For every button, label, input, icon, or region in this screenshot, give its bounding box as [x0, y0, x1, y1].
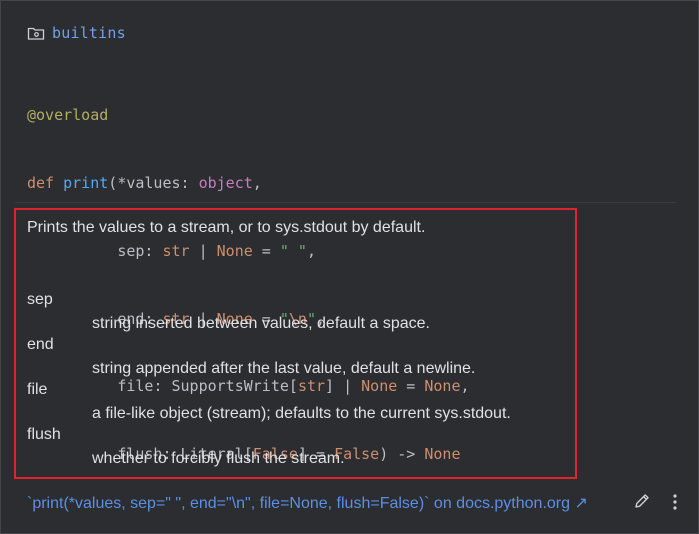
- param-name-file: file: [27, 381, 48, 398]
- decorator: @overload: [27, 106, 109, 125]
- param-values: *values: [117, 173, 181, 192]
- quick-documentation-popup: builtins @overload def print(*values: ob…: [0, 0, 699, 534]
- def-keyword: def: [27, 173, 55, 192]
- pencil-icon[interactable]: [632, 491, 652, 511]
- param-name-end: end: [27, 336, 54, 353]
- module-name[interactable]: builtins: [52, 24, 126, 42]
- function-name: print: [63, 173, 109, 192]
- folder-icon: [27, 25, 46, 41]
- param-desc-end: string appended after the last value, de…: [92, 360, 476, 377]
- signature-decorator-line: @overload: [27, 104, 470, 127]
- type-object: object: [198, 173, 253, 192]
- param-name-flush: flush: [27, 426, 61, 443]
- param-name-sep: sep: [27, 291, 53, 308]
- divider: [15, 202, 676, 203]
- param-desc-sep: string inserted between values, default …: [92, 315, 430, 332]
- more-vertical-icon[interactable]: [667, 491, 683, 513]
- module-header: builtins: [27, 23, 126, 43]
- doc-summary: Prints the values to a stream, or to sys…: [27, 219, 426, 236]
- signature-def-line: def print(*values: object,: [27, 173, 262, 192]
- highlight-box: [14, 208, 577, 479]
- external-docs-link[interactable]: `print(*values, sep=" ", end="\n", file=…: [27, 493, 629, 513]
- param-desc-flush: whether to forcibly flush the stream.: [92, 450, 345, 467]
- param-desc-file: a file-like object (stream); defaults to…: [92, 405, 511, 422]
